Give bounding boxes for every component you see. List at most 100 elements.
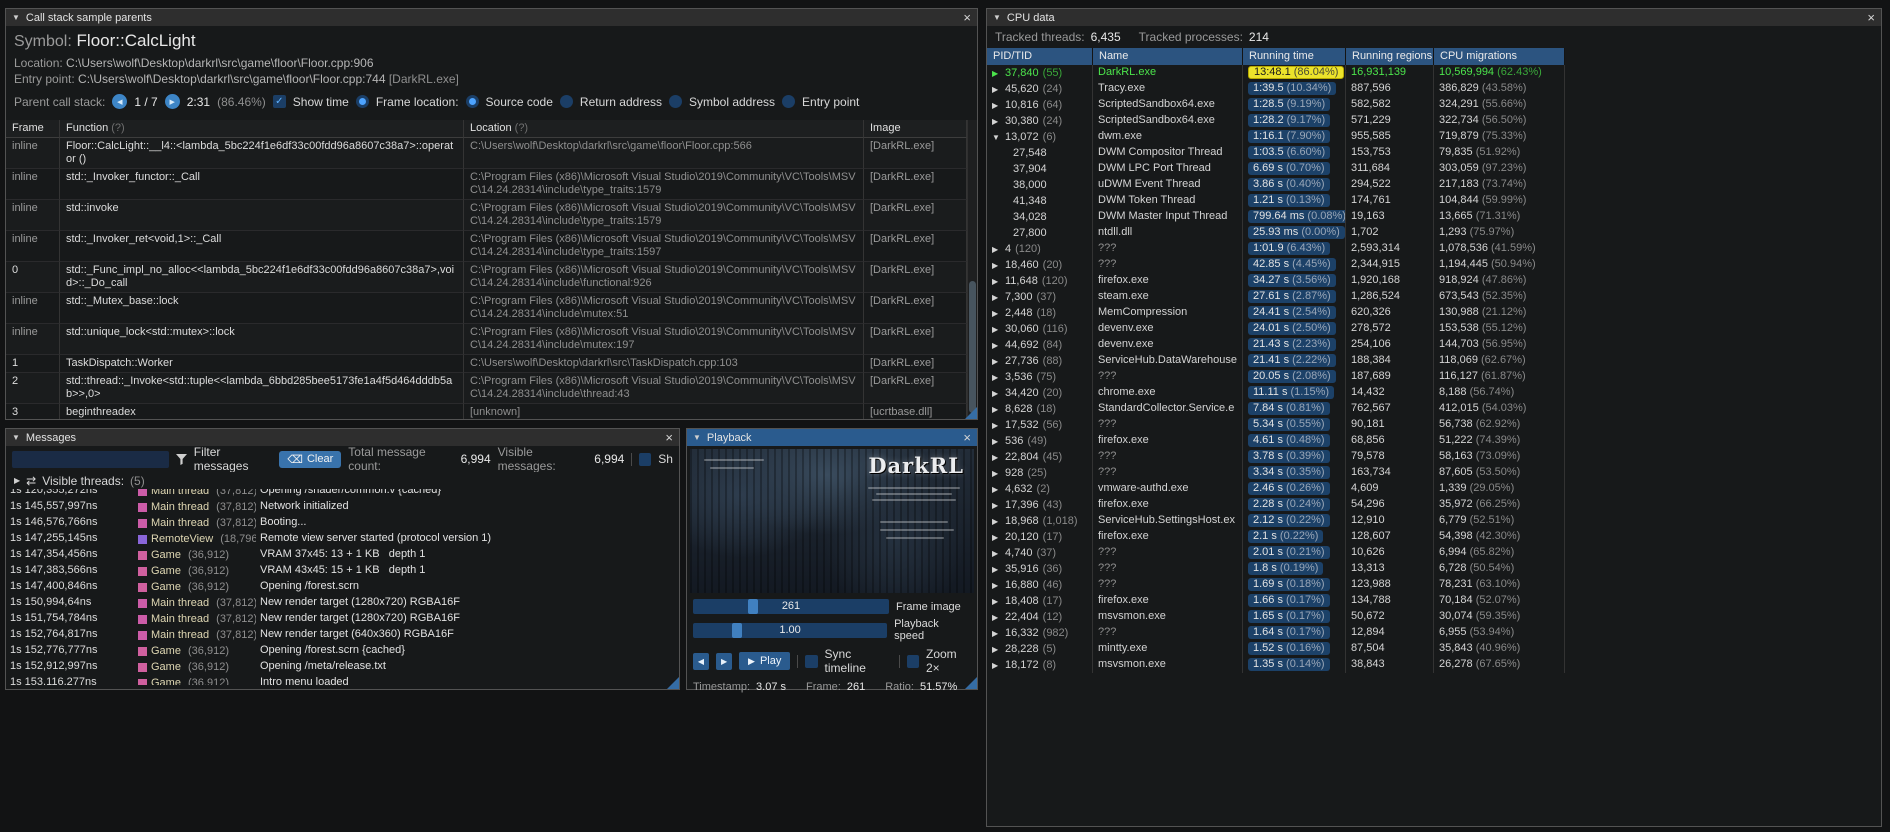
close-icon[interactable]: × (665, 431, 673, 444)
cpu-row[interactable]: 34,028 DWM Master Input Thread 799.64 ms (… (987, 209, 1881, 225)
message-row[interactable]: 1s 146,576,766ns Main thread (37,812) Boot… (6, 515, 679, 531)
show-option-checkbox[interactable]: ✓ (639, 452, 652, 466)
cpu-row[interactable]: ▶ 10,816 (64) ScriptedSandbox64.exe 1:28.5 (… (987, 97, 1881, 113)
callstack-row[interactable]: 0 std::_Func_impl_no_alloc<<lambda_5bc224… (6, 262, 967, 293)
collapse-arrow-icon[interactable]: ▼ (993, 13, 1001, 22)
cpu-row[interactable]: ▶ 17,532 (56)??? 5.34 s (0.55%) 90,181 56,738… (987, 417, 1881, 433)
expand-arrow-icon[interactable]: ▶ (992, 531, 1001, 544)
cpu-row[interactable]: ▶ 18,968 (1,018) ServiceHub.SettingsHost.ex… (987, 513, 1881, 529)
cpu-row[interactable]: ▶ 22,404 (12) msvsmon.exe 1.65 s (0.17%) 50,6… (987, 609, 1881, 625)
expand-arrow-icon[interactable]: ▶ (992, 451, 1001, 464)
messages-titlebar[interactable]: ▼ Messages × (6, 429, 679, 446)
expand-arrow-icon[interactable]: ▶ (992, 307, 1001, 320)
cpu-row[interactable]: ▶ 18,460 (20)??? 42.85 s (4.45%) 2,344,915 1,… (987, 257, 1881, 273)
resize-grip[interactable] (965, 407, 977, 419)
expand-arrow-icon[interactable]: ▶ (992, 595, 1001, 608)
cpu-row[interactable]: ▶ 16,880 (46)??? 1.69 s (0.18%) 123,988 78,23… (987, 577, 1881, 593)
message-row[interactable]: 1s 145,557,997ns Main thread (37,812) Netw… (6, 499, 679, 515)
expand-arrow-icon[interactable]: ▶ (992, 579, 1001, 592)
expand-arrow-icon[interactable]: ▶ (992, 563, 1001, 576)
expand-arrow-icon[interactable]: ▶ (992, 259, 1001, 272)
message-row[interactable]: 1s 147,255,145ns RemoteView (18,796) Remot… (6, 531, 679, 547)
message-row[interactable]: 1s 152,764,817ns Main thread (37,812) New … (6, 627, 679, 643)
expand-arrow-icon[interactable]: ▶ (992, 611, 1001, 624)
expand-arrow-icon[interactable]: ▶ (992, 403, 1001, 416)
cpu-row[interactable]: ▶ 22,804 (45)??? 3.78 s (0.39%) 79,578 58,163… (987, 449, 1881, 465)
radio-return-address[interactable] (559, 95, 573, 108)
cpu-row[interactable]: ▶ 28,228 (5) mintty.exe 1.52 s (0.16%) 87,504… (987, 641, 1881, 657)
cpu-row[interactable]: ▶ 11,648 (120) firefox.exe 34.27 s (3.56%) 1,… (987, 273, 1881, 289)
callstack-row[interactable]: inline std::invoke C:\Program Files (x86)\… (6, 200, 967, 231)
expand-arrow-icon[interactable]: ▶ (992, 643, 1001, 656)
cpu-row[interactable]: ▶ 18,172 (8) msvsmon.exe 1.35 s (0.14%) 38,84… (987, 657, 1881, 673)
zoom-2x-label[interactable]: Zoom 2× (926, 647, 971, 675)
expand-arrow-icon[interactable]: ▶ (992, 627, 1001, 640)
column-header-function[interactable]: Function (?) (60, 120, 464, 138)
callstack-row[interactable]: inline Floor::CalcLight::__l4::<lambda_5b… (6, 138, 967, 169)
callstack-row[interactable]: inline std::_Mutex_base::lock C:\Program F… (6, 293, 967, 324)
message-row[interactable]: 1s 147,354,456ns Game (36,912) VRAM 37x45:… (6, 547, 679, 563)
cpu-row[interactable]: ▼ 13,072 (6) dwm.exe 1:16.1 (7.90%) 955,585 71… (987, 129, 1881, 145)
cpu-row[interactable]: 37,904 DWM LPC Port Thread 6.69 s (0.70%) 3… (987, 161, 1881, 177)
callstack-row[interactable]: 3 beginthreadex [unknown] [ucrtbase.dll] (6, 404, 967, 419)
radio-source-code-label[interactable]: Source code (486, 95, 553, 109)
expand-arrow-icon[interactable]: ▶ (992, 355, 1001, 368)
scrollbar-thumb[interactable] (969, 281, 976, 413)
callstack-row[interactable]: inline std::unique_lock<std::mutex>::lock… (6, 324, 967, 355)
cpu-row[interactable]: ▶ 2,448 (18) MemCompression 24.41 s (2.54%) 6… (987, 305, 1881, 321)
close-icon[interactable]: × (963, 11, 971, 24)
cpu-row[interactable]: ▶ 34,420 (20) chrome.exe 11.11 s (1.15%) 14,4… (987, 385, 1881, 401)
cpu-data-titlebar[interactable]: ▼ CPU data × (987, 9, 1881, 26)
column-header-pid-tid[interactable]: PID/TID (987, 48, 1093, 65)
cpu-row[interactable]: ▶ 17,396 (43) firefox.exe 2.28 s (0.24%) 54,2… (987, 497, 1881, 513)
radio-return-address-label[interactable]: Return address (580, 95, 662, 109)
radio-symbol-address-label[interactable]: Symbol address (689, 95, 775, 109)
expand-arrow-icon[interactable]: ▶ (992, 83, 1001, 96)
expand-arrow-icon[interactable]: ▶ (992, 419, 1001, 432)
expand-arrow-icon[interactable]: ▶ (992, 115, 1001, 128)
message-row[interactable]: 1s 151,754,784ns Main thread (37,812) New … (6, 611, 679, 627)
message-row[interactable]: 1s 120,355,272ns Main thread (37,812) Open… (6, 489, 679, 499)
message-row[interactable]: 1s 147,383,566ns Game (36,912) VRAM 43x45:… (6, 563, 679, 579)
expand-arrow-icon[interactable]: ▶ (992, 659, 1001, 672)
column-header-running-time[interactable]: Running time (1243, 48, 1346, 65)
show-option-label[interactable]: Sh (658, 452, 673, 466)
prev-frame-button[interactable]: ◀ (693, 652, 710, 670)
radio-entry-point-label[interactable]: Entry point (802, 95, 859, 109)
clear-button[interactable]: ⌫ Clear (279, 450, 342, 468)
zoom-2x-checkbox[interactable]: ✓ (906, 654, 919, 668)
show-time-label[interactable]: Show time (293, 95, 349, 109)
cpu-row[interactable]: ▶ 30,380 (24) ScriptedSandbox64.exe 1:28.2 (… (987, 113, 1881, 129)
cpu-row[interactable]: 38,000 uDWM Event Thread 3.86 s (0.40%) 294… (987, 177, 1881, 193)
expand-arrow-icon[interactable]: ▶ (992, 387, 1001, 400)
playback-speed-slider[interactable]: 1.00 (693, 622, 888, 638)
column-header-name[interactable]: Name (1093, 48, 1243, 65)
cpu-row[interactable]: ▶ 4,740 (37)??? 2.01 s (0.21%) 10,626 6,994 (… (987, 545, 1881, 561)
cpu-row[interactable]: ▶ 27,736 (88) ServiceHub.DataWarehouse 21.41… (987, 353, 1881, 369)
expand-arrow-icon[interactable]: ▶ (992, 515, 1001, 528)
radio-entry-point[interactable] (782, 95, 796, 108)
cpu-row[interactable]: ▶ 4 (120)??? 1:01.9 (6.43%) 2,593,314 1,078,5… (987, 241, 1881, 257)
cpu-row[interactable]: 27,800 ntdll.dll 25.93 ms (0.00%) 1,702 1,29… (987, 225, 1881, 241)
expand-arrow-icon[interactable]: ▶ (992, 67, 1001, 80)
cpu-row[interactable]: ▶ 45,620 (24) Tracy.exe 1:39.5 (10.34%) 887,5… (987, 81, 1881, 97)
playback-titlebar[interactable]: ▼ Playback × (687, 429, 977, 446)
cpu-row[interactable]: 41,348 DWM Token Thread 1.21 s (0.13%) 174,… (987, 193, 1881, 209)
message-row[interactable]: 1s 152,776,777ns Game (36,912) Opening /fo… (6, 643, 679, 659)
cpu-row[interactable]: ▶ 928 (25)??? 3.34 s (0.35%) 163,734 87,605 (… (987, 465, 1881, 481)
message-row[interactable]: 1s 152,912,997ns Game (36,912) Opening /me… (6, 659, 679, 675)
cpu-row[interactable]: ▶ 8,628 (18) StandardCollector.Service.e 7.8… (987, 401, 1881, 417)
expand-arrow-icon[interactable]: ▶ (992, 547, 1001, 560)
frame-slider-grab[interactable] (747, 599, 758, 614)
callstack-row[interactable]: 1 TaskDispatch::Worker C:\Users\wolf\Deskt… (6, 355, 967, 373)
expand-arrow-icon[interactable]: ▶ (992, 323, 1001, 336)
callstack-row[interactable]: inline std::_Invoker_ret<void,1>::_Call C:… (6, 231, 967, 262)
cpu-row[interactable]: ▶ 7,300 (37) steam.exe 27.61 s (2.87%) 1,286,… (987, 289, 1881, 305)
column-header-image[interactable]: Image (864, 120, 967, 138)
cpu-row[interactable]: ▶ 4,632 (2) vmware-authd.exe 2.46 s (0.26%) 4… (987, 481, 1881, 497)
message-row[interactable]: 1s 153,116,277ns Game (36,912) Intro menu … (6, 675, 679, 685)
cpu-row[interactable]: ▶ 44,692 (84) devenv.exe 21.43 s (2.23%) 254,… (987, 337, 1881, 353)
collapse-arrow-icon[interactable]: ▼ (693, 433, 701, 442)
cpu-row[interactable]: ▶ 18,408 (17) firefox.exe 1.66 s (0.17%) 134,… (987, 593, 1881, 609)
cpu-row[interactable]: 27,548 DWM Compositor Thread 1:03.5 (6.60%… (987, 145, 1881, 161)
